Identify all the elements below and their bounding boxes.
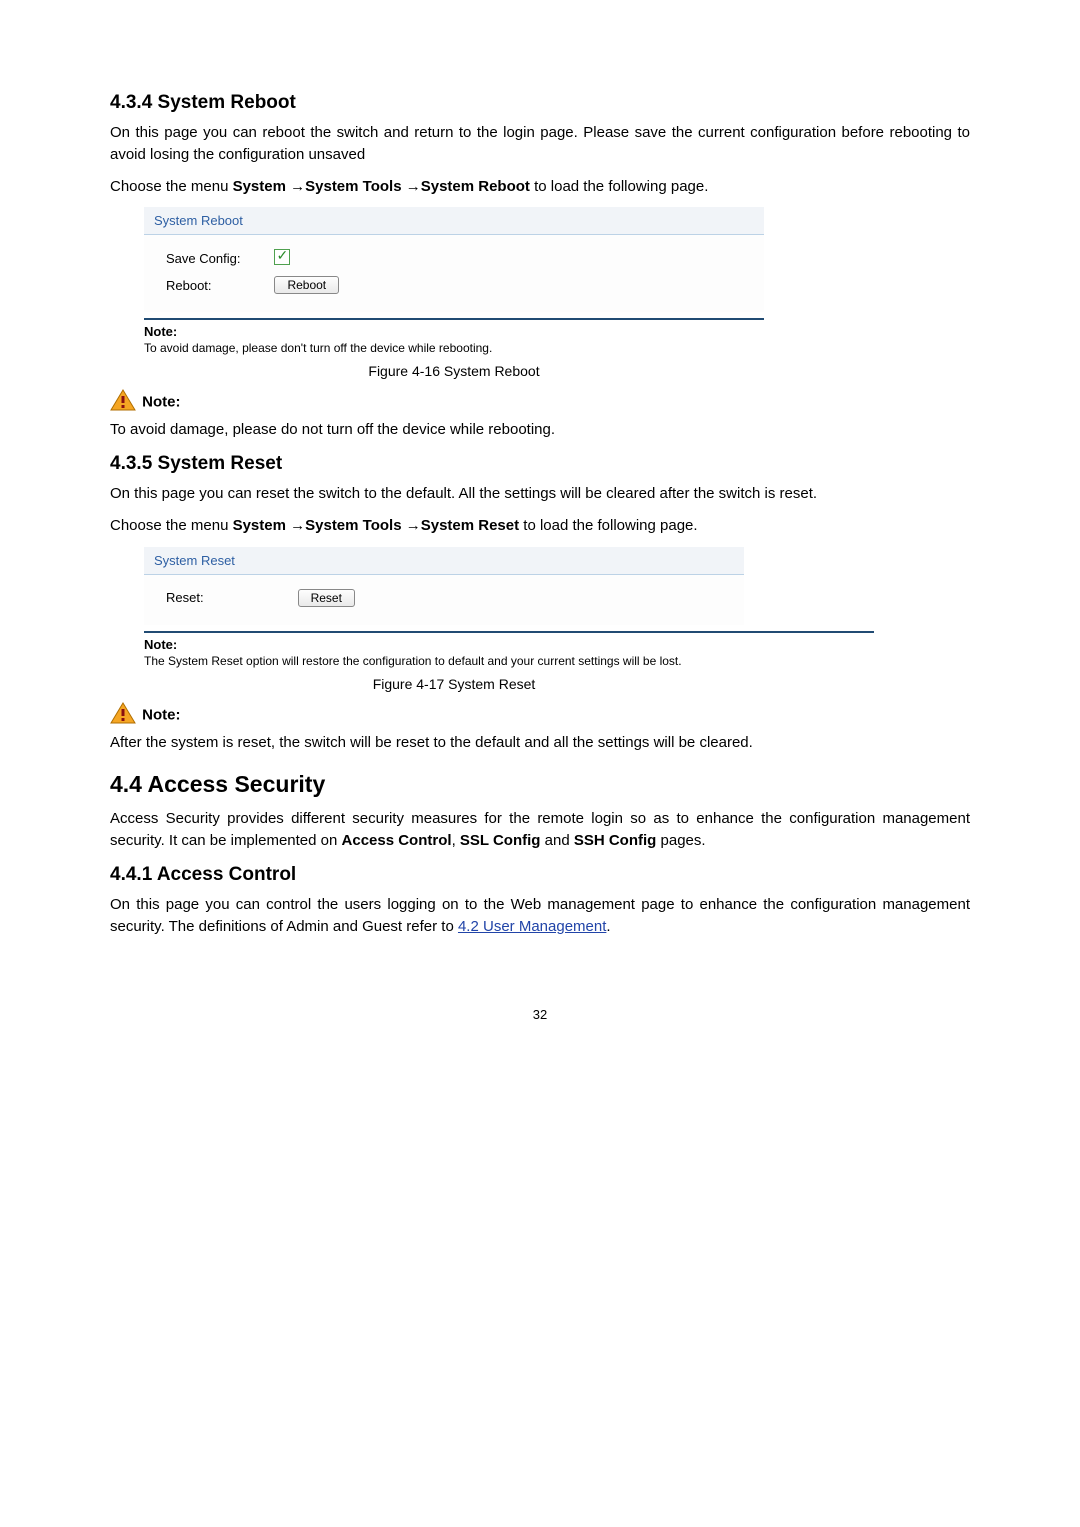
figure-caption-4-16: Figure 4-16 System Reboot	[144, 363, 764, 379]
panel-note-label-reset: Note:	[144, 637, 874, 652]
figure-system-reboot: System Reboot Save Config: Reboot: Reboo…	[144, 207, 764, 355]
warn-note-label-reset: Note:	[142, 706, 180, 723]
warning-icon	[110, 702, 136, 728]
intro-4-3-4: On this page you can reboot the switch a…	[110, 122, 970, 166]
menu-path-reboot: Choose the menu System →System Tools →Sy…	[110, 176, 970, 198]
heading-4-4: 4.4 Access Security	[110, 771, 970, 798]
intro-4-3-5: On this page you can reset the switch to…	[110, 483, 970, 505]
menu-path-reset: Choose the menu System →System Tools →Sy…	[110, 515, 970, 537]
figure-caption-4-17: Figure 4-17 System Reset	[144, 676, 764, 692]
heading-4-3-5: 4.3.5 System Reset	[110, 453, 970, 475]
warning-icon	[110, 389, 136, 415]
reboot-button[interactable]: Reboot	[274, 276, 339, 294]
heading-4-3-4: 4.3.4 System Reboot	[110, 92, 970, 114]
panel-title-reboot: System Reboot	[144, 207, 764, 235]
intro-4-4-1: On this page you can control the users l…	[110, 894, 970, 938]
link-user-management[interactable]: 4.2 User Management	[458, 918, 606, 935]
intro-4-4: Access Security provides different secur…	[110, 808, 970, 852]
panel-title-reset: System Reset	[144, 547, 744, 575]
reboot-label: Reboot:	[152, 272, 260, 298]
heading-4-4-1: 4.4.1 Access Control	[110, 864, 970, 886]
reset-label: Reset:	[152, 585, 284, 611]
warn-note-label-reboot: Note:	[142, 394, 180, 411]
warn-note-text-reset: After the system is reset, the switch wi…	[110, 732, 970, 754]
panel-note-label-reboot: Note:	[144, 324, 764, 339]
save-config-label: Save Config:	[152, 245, 260, 272]
save-config-checkbox[interactable]	[274, 249, 290, 265]
figure-system-reset: System Reset Reset: Reset Note: The Syst…	[144, 547, 874, 668]
panel-note-text-reboot: To avoid damage, please don't turn off t…	[144, 341, 764, 355]
page-number: 32	[110, 1007, 970, 1022]
reset-button[interactable]: Reset	[298, 589, 355, 607]
warn-note-text-reboot: To avoid damage, please do not turn off …	[110, 419, 970, 441]
panel-note-text-reset: The System Reset option will restore the…	[144, 654, 874, 668]
